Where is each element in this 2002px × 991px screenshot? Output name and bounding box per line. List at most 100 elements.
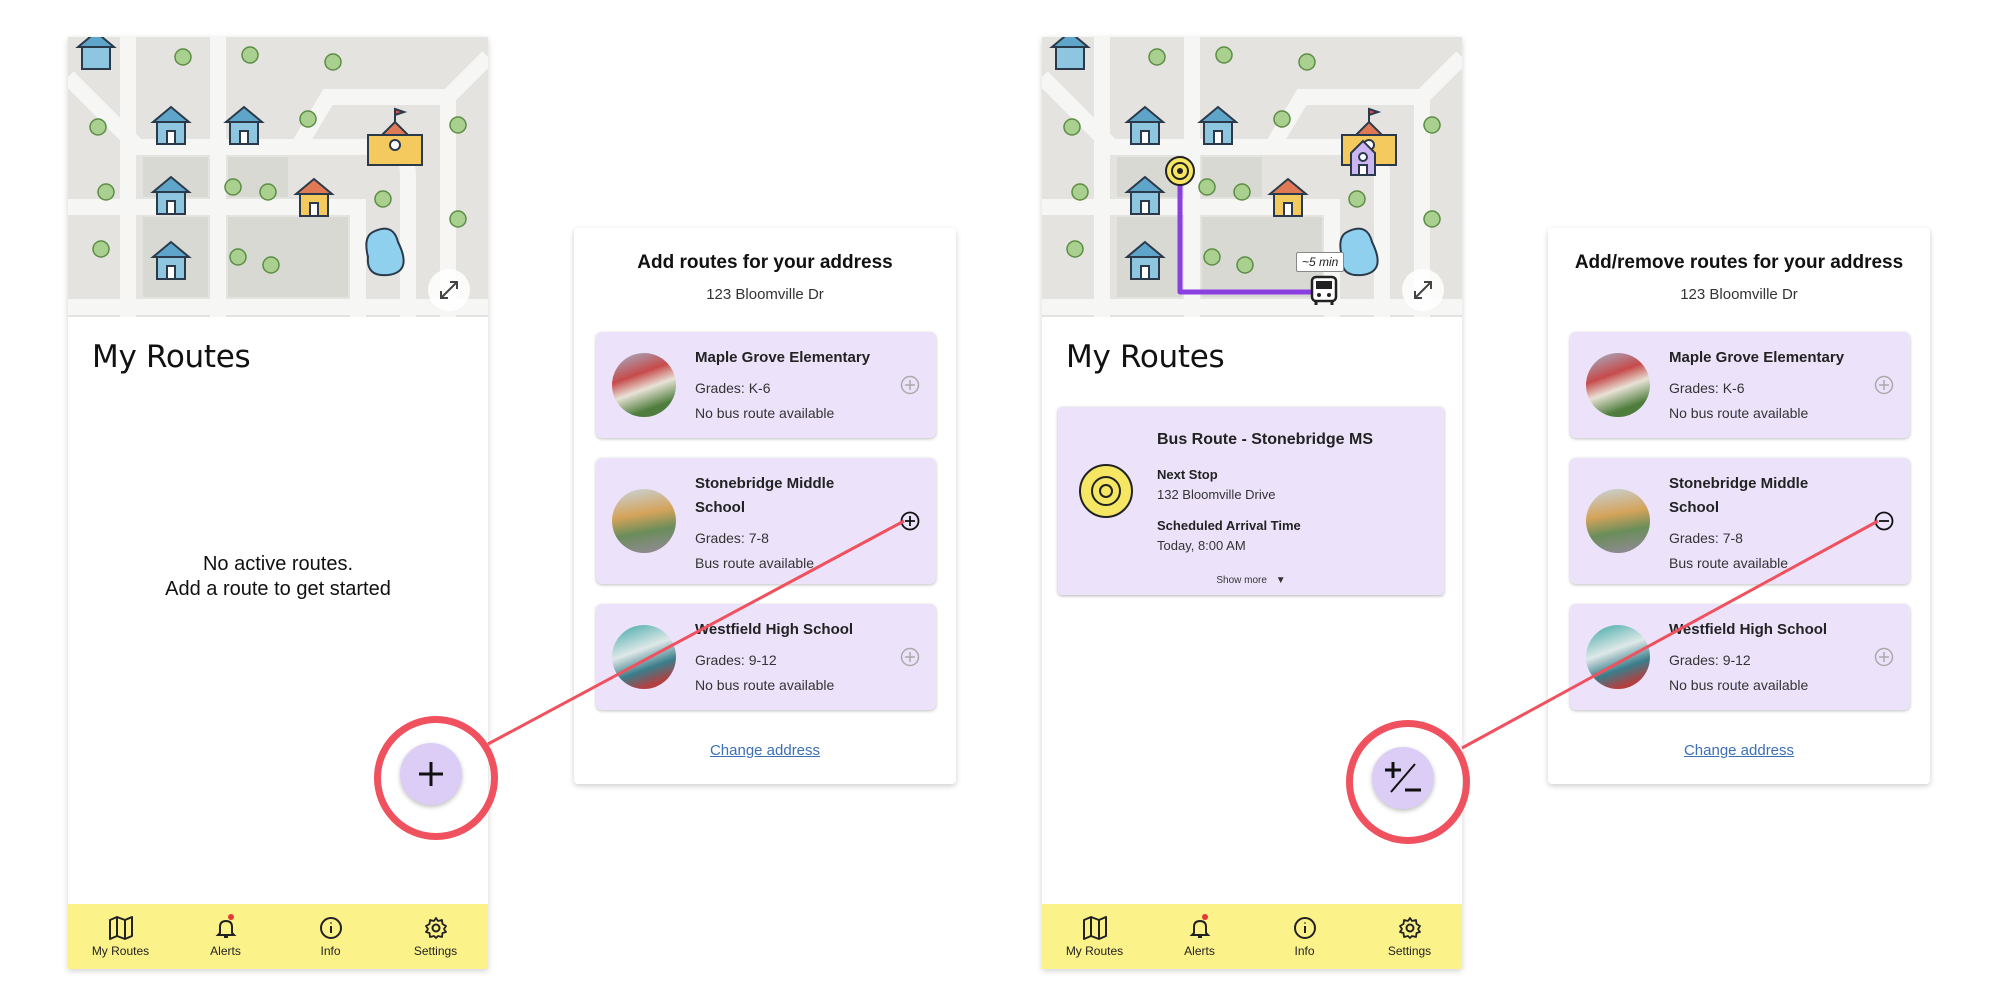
school-name: Stonebridge Middle School (1669, 475, 1809, 516)
page-title: My Routes (92, 339, 251, 375)
nav-item-settings[interactable]: Settings (383, 904, 488, 969)
school-name: Maple Grove Elementary (695, 349, 871, 366)
bell-icon (1189, 919, 1210, 938)
bottom-nav: My Routes Alerts Info Settings (1042, 904, 1462, 969)
bottom-nav: My Routes Alerts Info Settings (68, 904, 488, 969)
add-remove-routes-panel: Add/remove routes for your address 123 B… (1548, 228, 1930, 784)
school-grades: Grades: K-6 (1669, 380, 1745, 396)
route-title: Bus Route - Stonebridge MS (1157, 431, 1373, 448)
add-circle-icon[interactable] (1874, 375, 1894, 395)
add-route-fab[interactable] (400, 743, 462, 805)
school-card-westfield[interactable]: Westfield High School Grades: 9-12 No bu… (596, 604, 936, 710)
add-circle-icon[interactable] (1874, 647, 1894, 667)
next-stop-value: 132 Bloomville Drive (1157, 487, 1276, 502)
eta-label: ~5 min (1296, 252, 1345, 272)
expand-map-button[interactable] (1402, 269, 1444, 311)
notification-dot (1202, 914, 1208, 920)
nav-label: Settings (1387, 943, 1432, 958)
school-grades: Grades: K-6 (695, 380, 771, 396)
change-address-link[interactable]: Change address (574, 742, 956, 759)
school-card-stonebridge[interactable]: Stonebridge Middle School Grades: 7-8 Bu… (1570, 458, 1910, 584)
add-circle-icon[interactable] (900, 375, 920, 395)
active-route-card[interactable]: Bus Route - Stonebridge MS Next Stop 132… (1058, 407, 1444, 595)
gear-icon (1398, 916, 1421, 939)
nav-label: Info (320, 943, 341, 958)
school-card-maple-grove[interactable]: Maple Grove Elementary Grades: K-6 No bu… (1570, 332, 1910, 438)
school-status: No bus route available (695, 677, 835, 693)
arrival-label: Scheduled Arrival Time (1157, 518, 1301, 533)
expand-icon (1414, 281, 1432, 299)
map-icon (108, 915, 133, 940)
nav-label: Settings (413, 943, 458, 958)
nav-item-alerts[interactable]: Alerts (173, 904, 278, 969)
school-grades: Grades: 9-12 (1669, 652, 1751, 668)
show-more-label: Show more (1216, 575, 1267, 586)
panel-address: 123 Bloomville Dr (706, 286, 824, 303)
school-photo (612, 489, 676, 553)
school-photo (612, 625, 676, 689)
bus-icon (1310, 275, 1338, 305)
change-address-link[interactable]: Change address (1548, 742, 1930, 759)
empty-state-line-2: Add a route to get started (165, 578, 391, 600)
nav-item-my-routes[interactable]: My Routes (1042, 904, 1147, 969)
school-name: Maple Grove Elementary (1669, 349, 1845, 366)
expand-icon (440, 281, 458, 299)
add-routes-panel: Add routes for your address 123 Bloomvil… (574, 228, 956, 784)
info-icon (319, 916, 342, 939)
school-status: No bus route available (695, 405, 835, 421)
empty-state-message: No active routes. Add a route to get sta… (68, 552, 488, 602)
nav-label: My Routes (1065, 943, 1124, 958)
school-grades: Grades: 7-8 (695, 530, 769, 546)
school-card-maple-grove[interactable]: Maple Grove Elementary Grades: K-6 No bu… (596, 332, 936, 438)
add-remove-route-fab[interactable] (1372, 747, 1434, 809)
gear-icon (424, 916, 447, 939)
school-photo (1586, 489, 1650, 553)
school-status: Bus route available (1669, 555, 1789, 571)
remove-circle-icon[interactable] (1874, 511, 1894, 531)
nav-label: Alerts (210, 943, 241, 958)
show-more-toggle[interactable]: Show more ▼ (1058, 575, 1444, 586)
nav-item-my-routes[interactable]: My Routes (68, 904, 173, 969)
panel-address: 123 Bloomville Dr (1680, 286, 1798, 303)
bell-icon (215, 919, 236, 938)
school-card-stonebridge[interactable]: Stonebridge Middle School Grades: 7-8 Bu… (596, 458, 936, 584)
add-circle-icon[interactable] (900, 647, 920, 667)
arrival-value: Today, 8:00 AM (1157, 538, 1246, 553)
school-status: No bus route available (1669, 677, 1809, 693)
page-title: My Routes (1066, 339, 1225, 375)
plus-icon (419, 762, 443, 786)
nav-label: Info (1294, 943, 1315, 958)
next-stop-label: Next Stop (1157, 467, 1218, 482)
school-card-westfield[interactable]: Westfield High School Grades: 9-12 No bu… (1570, 604, 1910, 710)
empty-state-line-1: No active routes. (202, 553, 354, 575)
nav-label: My Routes (91, 943, 150, 958)
panel-title: Add routes for your address (637, 252, 893, 273)
map-icon (1082, 915, 1107, 940)
nav-label: Alerts (1184, 943, 1215, 958)
school-name: Westfield High School (1669, 621, 1828, 638)
school-grades: Grades: 9-12 (695, 652, 777, 668)
school-photo (1586, 353, 1650, 417)
school-photo (612, 353, 676, 417)
stop-target-icon (1079, 464, 1133, 518)
school-photo (1586, 625, 1650, 689)
nav-item-info[interactable]: Info (1252, 904, 1357, 969)
school-name: Westfield High School (695, 621, 854, 638)
school-status: Bus route available (695, 555, 815, 571)
nav-item-info[interactable]: Info (278, 904, 383, 969)
school-status: No bus route available (1669, 405, 1809, 421)
notification-dot (228, 914, 234, 920)
nav-item-settings[interactable]: Settings (1357, 904, 1462, 969)
nav-item-alerts[interactable]: Alerts (1147, 904, 1252, 969)
map-view[interactable]: ~5 min (1042, 37, 1462, 317)
school-grades: Grades: 7-8 (1669, 530, 1743, 546)
info-icon (1293, 916, 1316, 939)
caret-down-icon: ▼ (1275, 575, 1286, 586)
panel-title: Add/remove routes for your address (1574, 252, 1904, 273)
expand-map-button[interactable] (428, 269, 470, 311)
school-name: Stonebridge Middle School (695, 475, 835, 516)
stop-marker-icon (1165, 156, 1195, 186)
add-circle-icon[interactable] (900, 511, 920, 531)
plus-minus-icon (1385, 762, 1421, 793)
map-view[interactable] (68, 37, 488, 317)
